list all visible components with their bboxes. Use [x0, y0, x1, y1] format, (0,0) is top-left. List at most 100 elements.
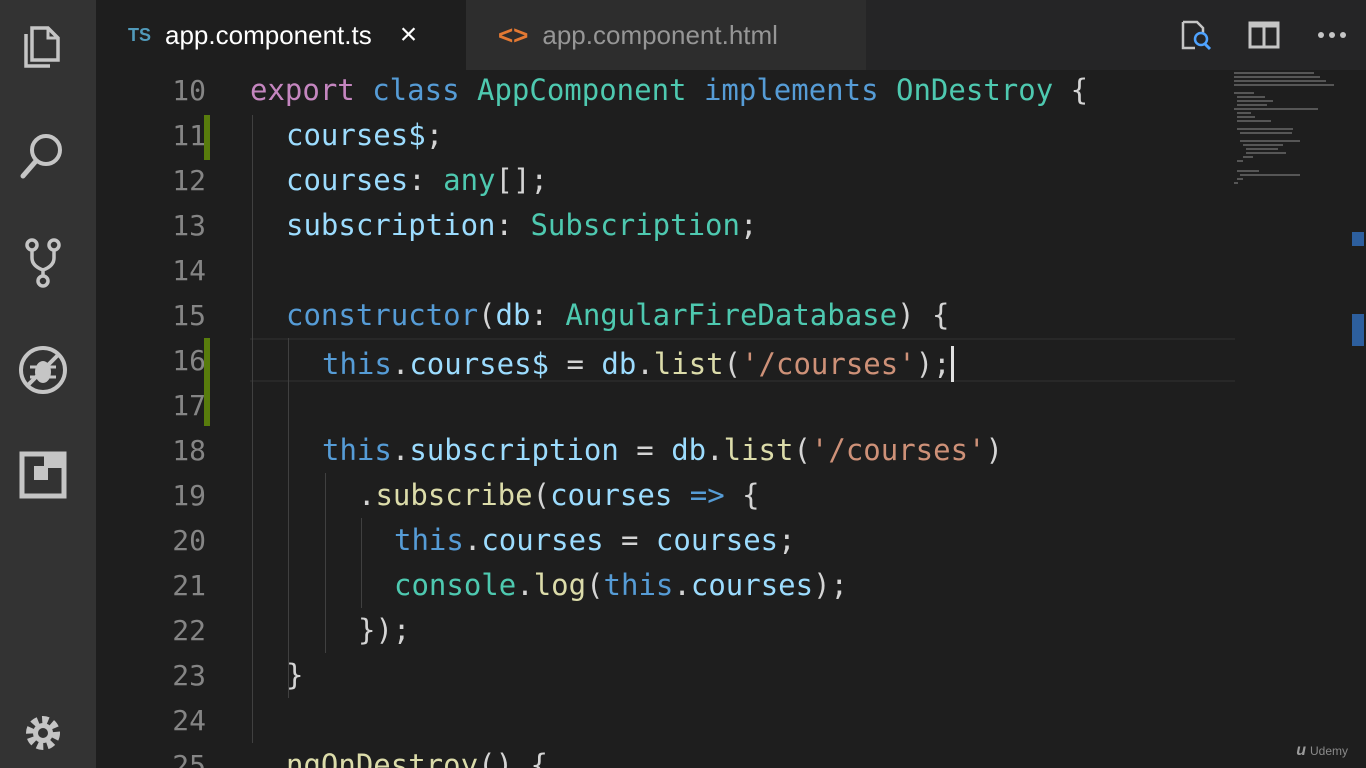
text-cursor: [950, 346, 954, 382]
code-line-16: this.courses$ = db.list('/courses');: [322, 338, 954, 383]
code-token: ;: [739, 208, 758, 242]
code-token: }: [286, 658, 304, 692]
code-token: this: [322, 433, 392, 467]
split-editor-icon[interactable]: [1230, 0, 1298, 70]
code-token: any: [443, 163, 496, 197]
git-modified-marker: [204, 338, 210, 426]
code-token: '/courses': [741, 347, 916, 381]
code-token: (: [793, 433, 811, 467]
code-token: subscribe: [375, 478, 533, 512]
code-line-21: console.log(this.courses);: [394, 563, 848, 608]
code-token: console: [394, 568, 517, 602]
line-number: 25: [172, 749, 206, 768]
typescript-file-icon: TS: [128, 24, 152, 45]
activity-bar: [0, 0, 96, 768]
code-token: :: [408, 163, 444, 197]
code-area[interactable]: export class AppComponent implements OnD…: [250, 70, 1250, 768]
code-token: (: [586, 568, 604, 602]
udemy-logo-icon: u: [1296, 742, 1306, 759]
close-icon[interactable]: ×: [400, 18, 418, 52]
line-number: 12: [172, 164, 206, 197]
line-number: 24: [172, 704, 206, 737]
code-token: log: [533, 568, 587, 602]
line-number: 19: [172, 479, 206, 512]
minimap[interactable]: [1234, 70, 1354, 768]
code-token: (: [478, 298, 496, 332]
scrollbar-marker: [1352, 232, 1364, 246]
watermark-text: Udemy: [1309, 744, 1348, 758]
line-number: 16: [172, 344, 206, 377]
code-token: ;: [425, 118, 444, 152]
scrollbar-marker: [1352, 314, 1364, 346]
code-line-19: .subscribe(courses => {: [358, 473, 760, 518]
code-token: =: [618, 433, 672, 467]
html-file-icon: <>: [498, 19, 529, 50]
more-actions-icon[interactable]: [1298, 0, 1366, 70]
extensions-icon[interactable]: [14, 446, 72, 504]
code-token: list: [653, 347, 724, 381]
code-token: ) {: [897, 298, 950, 332]
code-token: list: [723, 433, 794, 467]
tab-app-component-html[interactable]: <> app.component.html: [466, 0, 866, 70]
code-token: db: [601, 347, 637, 381]
line-number: 21: [172, 569, 206, 602]
line-number-gutter: 10 11 12 13 14 15 16 17 18 19 20 21 22 2…: [96, 70, 206, 768]
code-token: OnDestroy: [896, 73, 1054, 107]
code-token: {: [1053, 73, 1089, 107]
code-token: db: [671, 433, 707, 467]
source-control-icon[interactable]: [14, 233, 72, 291]
line-number: 23: [172, 659, 206, 692]
code-token: subscription: [409, 433, 619, 467]
code-token: db: [495, 298, 531, 332]
code-line-15: constructor(db: AngularFireDatabase) {: [286, 293, 950, 338]
code-token: .: [391, 433, 410, 467]
search-icon[interactable]: [14, 126, 72, 184]
code-token: .: [391, 347, 410, 381]
line-number: 15: [172, 299, 206, 332]
code-line-18: this.subscription = db.list('/courses'): [322, 428, 1003, 473]
line-number: 20: [172, 524, 206, 557]
code-token: courses: [481, 523, 604, 557]
search-in-editor-icon[interactable]: [1162, 0, 1230, 70]
tab-label: app.component.ts: [165, 19, 372, 50]
code-line-12: courses: any[];: [286, 158, 548, 203]
code-token: Subscription: [530, 208, 740, 242]
line-number: 11: [172, 119, 206, 152]
tab-bar: TS app.component.ts × <> app.component.h…: [96, 0, 1366, 70]
code-token: AngularFireDatabase: [565, 298, 898, 332]
code-line-23: }: [286, 653, 303, 698]
settings-gear-icon[interactable]: [14, 704, 72, 762]
explorer-icon[interactable]: [14, 18, 72, 76]
code-line-11: courses$;: [286, 113, 443, 158]
code-token: courses$: [286, 118, 426, 152]
code-token: class: [354, 73, 477, 107]
code-editor[interactable]: 10 11 12 13 14 15 16 17 18 19 20 21 22 2…: [96, 70, 1366, 768]
line-number: 17: [172, 389, 206, 422]
code-token: () {: [478, 748, 548, 768]
code-token: this: [322, 347, 392, 381]
code-token: [];: [495, 163, 548, 197]
code-token: .: [358, 478, 376, 512]
line-number: 18: [172, 434, 206, 467]
code-token: =>: [689, 478, 725, 512]
code-token: this: [394, 523, 464, 557]
code-token: ;: [778, 523, 796, 557]
code-token: courses$: [409, 347, 549, 381]
code-token: :: [495, 208, 531, 242]
code-token: .: [706, 433, 724, 467]
code-line-20: this.courses = courses;: [394, 518, 796, 563]
code-token: .: [673, 568, 691, 602]
tab-app-component-ts[interactable]: TS app.component.ts ×: [96, 0, 466, 70]
git-modified-marker: [204, 115, 210, 160]
line-number: 13: [172, 209, 206, 242]
code-token: );: [915, 347, 951, 381]
code-token: :: [530, 298, 566, 332]
vertical-scrollbar[interactable]: [1352, 70, 1366, 768]
code-token: =: [549, 347, 602, 381]
debug-icon[interactable]: [14, 341, 72, 399]
code-token: subscription: [286, 208, 496, 242]
code-token: courses: [550, 478, 673, 512]
code-line-22: });: [358, 608, 410, 653]
code-token: courses: [655, 523, 779, 557]
